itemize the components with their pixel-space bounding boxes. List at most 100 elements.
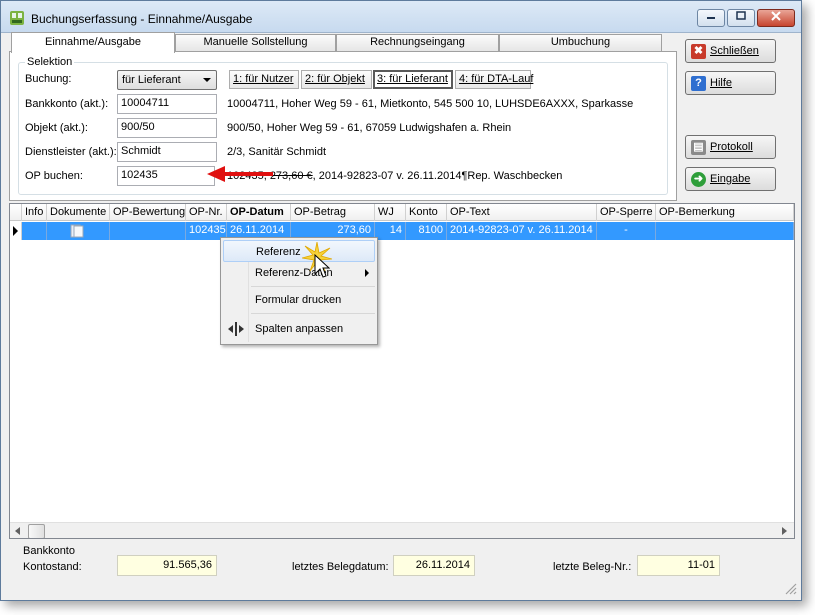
buchung-select[interactable]: für Lieferant (117, 70, 217, 90)
bankkonto-label: Bankkonto (akt.): (25, 98, 109, 110)
tab-panel: Selektion Buchung: für Lieferant 1: für … (9, 51, 677, 201)
belegdatum-field: 26.11.2014 (393, 555, 475, 576)
dienstleister-label: Dienstleister (akt.): (25, 146, 117, 158)
context-menu: Referenz Referenz-Daten Formular drucken… (220, 237, 378, 345)
selektion-group-label: Selektion (25, 56, 75, 68)
hilfe-button[interactable]: ? Hilfe (685, 71, 776, 95)
client-area: Einnahme/Ausgabe Manuelle Sollstellung R… (9, 32, 797, 596)
minimize-button[interactable] (697, 9, 725, 27)
protokoll-label: Protokoll (710, 141, 753, 153)
bankkonto-info: 10004711, Hoher Weg 59 - 61, Mietkonto, … (227, 98, 634, 110)
select-fuer-lieferant-button[interactable]: 3: für Lieferant (373, 70, 453, 89)
bankkonto-footer-label: Bankkonto (23, 545, 75, 557)
horizontal-scrollbar[interactable] (10, 522, 794, 538)
cell-op-bemerkung[interactable] (656, 222, 794, 240)
column-header-dokumente[interactable]: Dokumente (47, 204, 110, 221)
column-header-op-bemerkung[interactable]: OP-Bemerkung (656, 204, 794, 221)
op-buchen-label: OP buchen: (25, 170, 83, 182)
selektion-group: Selektion Buchung: für Lieferant 1: für … (18, 56, 668, 195)
menu-item-spalten-anpassen[interactable]: Spalten anpassen (223, 318, 375, 340)
column-header-op-nr[interactable]: OP-Nr. (186, 204, 227, 221)
op-info: 102435, 273,60 €, 2014-92823-07 v. 26.11… (227, 170, 562, 182)
cell-op-bewertung[interactable] (110, 222, 186, 240)
tab-rechnungseingang[interactable]: Rechnungseingang (336, 34, 499, 51)
maximize-button[interactable] (727, 9, 755, 27)
tab-umbuchung[interactable]: Umbuchung (499, 34, 662, 51)
schliessen-label: Schließen (710, 45, 759, 57)
column-header-op-betrag[interactable]: OP-Betrag (291, 204, 375, 221)
help-icon: ? (691, 76, 706, 91)
select-fuer-dta-lauf-button[interactable]: 4: für DTA-Lauf (455, 70, 534, 89)
column-header-konto[interactable]: Konto (406, 204, 447, 221)
scroll-right-icon[interactable] (782, 527, 787, 535)
close-icon: ✖ (691, 44, 706, 59)
scroll-left-icon[interactable] (15, 527, 20, 535)
op-info-rest: , 2014-92823-07 v. 26.11.2014¶Rep. Wasch… (312, 170, 563, 182)
buchung-label: Buchung: (25, 73, 72, 85)
close-icon (771, 11, 781, 21)
select-fuer-nutzer-button[interactable]: 1: für Nutzer (229, 70, 299, 89)
printer-icon: ▤ (691, 140, 706, 155)
grid-header: Info Dokumente OP-Bewertung OP-Nr. OP-Da… (10, 204, 794, 221)
column-header-op-datum[interactable]: OP-Datum (227, 204, 291, 221)
title-bar[interactable]: Buchungserfassung - Einnahme/Ausgabe (1, 1, 801, 33)
select-fuer-nutzer-label: 1: für Nutzer (233, 73, 294, 85)
table-row[interactable]: 102435 26.11.2014 273,60 14 8100 2014-92… (10, 222, 794, 240)
cell-op-sperre[interactable]: - (597, 222, 656, 240)
dienstleister-field[interactable]: Schmidt (117, 142, 217, 162)
minimize-icon (707, 17, 715, 19)
column-header-info[interactable]: Info (22, 204, 47, 221)
column-resize-icon (228, 322, 244, 336)
menu-item-referenz[interactable]: Referenz (223, 240, 375, 262)
tab-einnahme-ausgabe[interactable]: Einnahme/Ausgabe (11, 32, 175, 53)
dienstleister-info: 2/3, Sanitär Schmidt (227, 146, 327, 158)
close-button[interactable] (757, 9, 795, 27)
grid-corner (10, 204, 22, 221)
menu-separator (251, 313, 375, 314)
window-title: Buchungserfassung - Einnahme/Ausgabe (31, 12, 253, 26)
scrollbar-thumb[interactable] (28, 524, 45, 538)
select-fuer-lieferant-label: 3: für Lieferant (377, 73, 448, 85)
op-grid[interactable]: Info Dokumente OP-Bewertung OP-Nr. OP-Da… (9, 203, 795, 539)
column-header-op-bewertung[interactable]: OP-Bewertung (110, 204, 186, 221)
chevron-down-icon (203, 78, 211, 82)
eingabe-button[interactable]: ➜ Eingabe (685, 167, 776, 191)
column-header-op-text[interactable]: OP-Text (447, 204, 597, 221)
bankkonto-field[interactable]: 10004711 (117, 94, 217, 114)
protokoll-button[interactable]: ▤ Protokoll (685, 135, 776, 159)
cell-konto[interactable]: 8100 (406, 222, 447, 240)
submenu-arrow-icon (365, 269, 369, 277)
arrow-right-icon: ➜ (691, 172, 706, 187)
objekt-label: Objekt (akt.): (25, 122, 88, 134)
select-fuer-objekt-label: 2: für Objekt (305, 73, 365, 85)
main-window: Buchungserfassung - Einnahme/Ausgabe Ein… (0, 0, 802, 601)
objekt-field[interactable]: 900/50 (117, 118, 217, 138)
red-arrow-icon (207, 166, 273, 182)
menu-item-referenz-daten[interactable]: Referenz-Daten (223, 262, 375, 284)
schliessen-button[interactable]: ✖ Schließen (685, 39, 776, 63)
resize-grip-icon[interactable] (783, 581, 797, 595)
menu-item-spalten-anpassen-label: Spalten anpassen (255, 323, 344, 335)
cell-dokumente[interactable] (47, 222, 110, 240)
kontostand-field: 91.565,36 (117, 555, 217, 576)
select-fuer-dta-lauf-label: 4: für DTA-Lauf (459, 73, 534, 85)
maximize-icon (736, 11, 746, 20)
column-header-wj[interactable]: WJ (375, 204, 406, 221)
cell-wj[interactable]: 14 (375, 222, 406, 240)
app-icon (10, 11, 24, 25)
kontostand-label: Kontostand: (23, 561, 82, 573)
row-indicator-icon (10, 222, 22, 240)
op-buchen-field[interactable]: 102435 (117, 166, 215, 186)
menu-item-formular-drucken-label: Formular drucken (255, 294, 342, 306)
column-header-op-sperre[interactable]: OP-Sperre (597, 204, 656, 221)
tab-manuelle-sollstellung[interactable]: Manuelle Sollstellung (175, 34, 336, 51)
objekt-info: 900/50, Hoher Weg 59 - 61, 67059 Ludwigs… (227, 122, 512, 134)
menu-separator (251, 286, 375, 287)
cell-info[interactable] (22, 222, 47, 240)
cell-op-text[interactable]: 2014-92823-07 v. 26.11.2014 (447, 222, 597, 240)
eingabe-label: Eingabe (710, 173, 751, 185)
menu-item-formular-drucken[interactable]: Formular drucken (223, 289, 375, 311)
belegdatum-label: letztes Belegdatum: (292, 561, 389, 573)
select-fuer-objekt-button[interactable]: 2: für Objekt (301, 70, 372, 89)
belegnr-field: 11-01 (637, 555, 720, 576)
